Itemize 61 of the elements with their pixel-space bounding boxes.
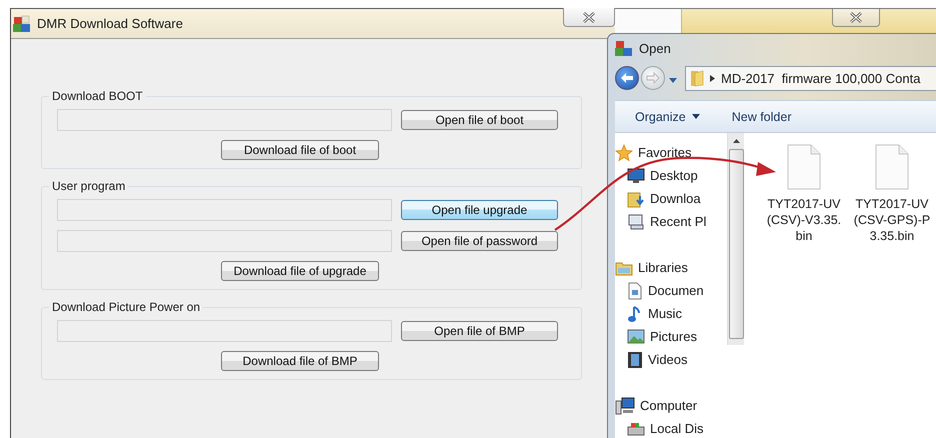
forward-arrow-icon xyxy=(646,72,660,84)
organize-menu[interactable]: Organize xyxy=(635,110,700,124)
document-icon xyxy=(627,282,643,300)
file-path-field[interactable] xyxy=(57,199,392,221)
caret-icon xyxy=(669,78,677,82)
group-title: Download Picture Power on xyxy=(51,300,202,314)
nav-item[interactable]: Documen xyxy=(615,279,727,302)
scroll-up-icon xyxy=(732,139,740,143)
computer-icon xyxy=(627,212,645,230)
folder-icon xyxy=(615,260,633,276)
close-button[interactable] xyxy=(563,8,615,27)
nav-item[interactable]: Desktop xyxy=(615,164,727,187)
film-icon xyxy=(627,350,643,368)
nav-item[interactable]: Recent Pl xyxy=(615,210,727,233)
star-icon xyxy=(615,144,633,162)
file-icon xyxy=(875,144,909,190)
toolbar-button[interactable]: New folder xyxy=(732,110,792,124)
nav-item[interactable]: Local Dis xyxy=(615,417,727,438)
nav-item[interactable]: Pictures xyxy=(615,325,727,348)
close-icon xyxy=(582,12,596,22)
app-icon xyxy=(13,14,31,32)
back-arrow-icon xyxy=(620,72,634,84)
open-file-button[interactable]: Open file of boot xyxy=(401,110,558,130)
folder-icon xyxy=(690,69,704,87)
window-title: DMR Download Software xyxy=(37,16,183,31)
close-button[interactable] xyxy=(832,9,880,27)
nav-item[interactable]: Libraries xyxy=(615,256,727,279)
file-path-field[interactable] xyxy=(57,109,392,131)
file-item[interactable]: TYT2017-UV(CSV)-V3.35.bin xyxy=(764,144,844,244)
group-title: Download BOOT xyxy=(51,89,144,103)
download-button[interactable]: Download file of upgrade xyxy=(221,261,379,281)
drive-icon xyxy=(627,422,645,436)
nav-item[interactable]: Favorites xyxy=(615,141,727,164)
folder-icon xyxy=(627,190,645,208)
address-path: MD-2017 firmware 100,000 Conta xyxy=(721,70,920,86)
open-file-button[interactable]: Open file upgrade xyxy=(401,200,558,220)
monitor-icon xyxy=(627,168,645,184)
nav-item[interactable]: Computer xyxy=(615,394,727,417)
open-file-button[interactable]: Open file of BMP xyxy=(401,321,558,341)
picture-icon xyxy=(627,329,645,344)
music-note-icon xyxy=(627,304,643,322)
file-icon xyxy=(787,144,821,190)
chevron-icon xyxy=(710,74,715,82)
close-icon xyxy=(849,12,863,23)
download-button[interactable]: Download file of BMP xyxy=(221,351,379,371)
back-button[interactable] xyxy=(615,66,639,90)
nav-item[interactable]: Downloa xyxy=(615,187,727,210)
file-path-field[interactable] xyxy=(57,230,392,252)
download-button[interactable]: Download file of boot xyxy=(221,140,379,160)
file-item[interactable]: TYT2017-UV(CSV-GPS)-P3.35.bin xyxy=(852,144,932,244)
nav-item[interactable]: Videos xyxy=(615,348,727,371)
scrollbar[interactable] xyxy=(727,133,744,345)
nav-item[interactable]: Music xyxy=(615,302,727,325)
address-bar[interactable]: MD-2017 firmware 100,000 Conta xyxy=(685,66,936,90)
caret-icon xyxy=(692,114,700,119)
file-path-field[interactable] xyxy=(57,320,392,342)
app-icon xyxy=(615,39,633,57)
dialog-title: Open xyxy=(639,40,671,56)
computer-icon xyxy=(615,396,635,414)
group-title: User program xyxy=(51,179,126,193)
open-file-button[interactable]: Open file of password xyxy=(401,231,558,251)
